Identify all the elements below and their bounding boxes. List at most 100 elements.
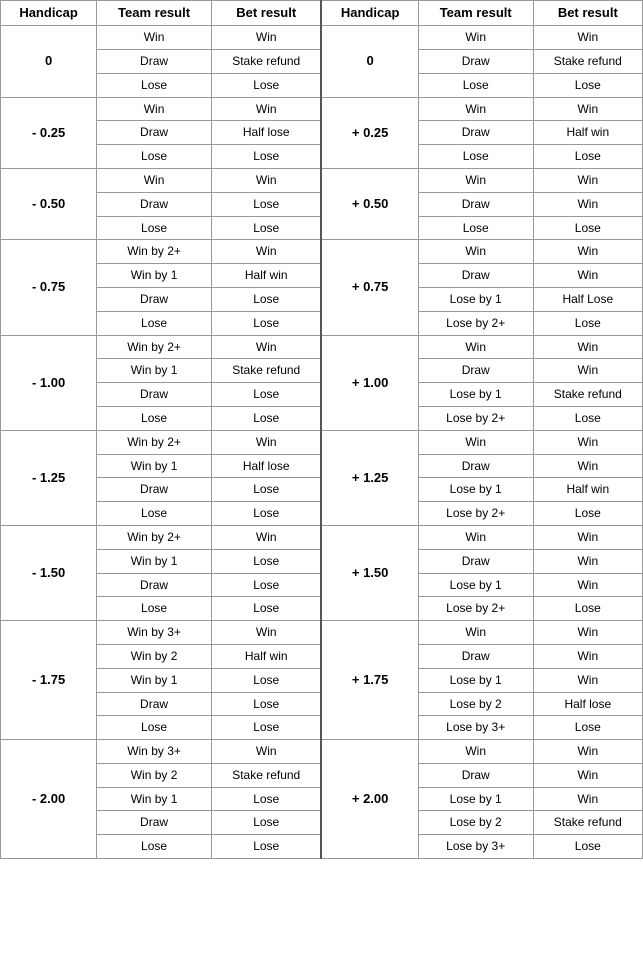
table-row: - 2.00Win by 3+Win+ 2.00WinWin	[1, 740, 643, 764]
col-header-handicap-left: Handicap	[1, 1, 97, 26]
bet-result-left: Lose	[211, 406, 321, 430]
team-result-right: Draw	[418, 121, 533, 145]
team-result-left: Win by 2+	[97, 335, 212, 359]
team-result-right: Lose by 3+	[418, 716, 533, 740]
table-row: 0WinWin0WinWin	[1, 26, 643, 50]
bet-result-right: Win	[533, 549, 642, 573]
team-result-left: Lose	[97, 216, 212, 240]
bet-result-left: Win	[211, 335, 321, 359]
team-result-right: Draw	[418, 549, 533, 573]
team-result-right: Lose by 2+	[418, 406, 533, 430]
bet-result-left: Lose	[211, 692, 321, 716]
handicap-left: - 1.75	[1, 621, 97, 740]
team-result-right: Draw	[418, 454, 533, 478]
team-result-left: Draw	[97, 811, 212, 835]
bet-result-left: Lose	[211, 287, 321, 311]
bet-result-left: Lose	[211, 835, 321, 859]
bet-result-right: Win	[533, 525, 642, 549]
team-result-left: Draw	[97, 287, 212, 311]
handicap-right: + 0.25	[321, 97, 418, 168]
bet-result-right: Lose	[533, 716, 642, 740]
team-result-right: Lose by 2	[418, 692, 533, 716]
bet-result-left: Half lose	[211, 121, 321, 145]
bet-result-right: Lose	[533, 216, 642, 240]
team-result-right: Lose by 1	[418, 787, 533, 811]
team-result-left: Draw	[97, 692, 212, 716]
team-result-right: Lose by 2+	[418, 311, 533, 335]
bet-result-right: Half win	[533, 121, 642, 145]
handicap-left: - 0.50	[1, 168, 97, 239]
table-row: - 1.00Win by 2+Win+ 1.00WinWin	[1, 335, 643, 359]
handicap-right: 0	[321, 26, 418, 97]
bet-result-right: Win	[533, 335, 642, 359]
team-result-right: Draw	[418, 192, 533, 216]
handicap-right: + 1.50	[321, 525, 418, 620]
bet-result-left: Stake refund	[211, 359, 321, 383]
team-result-left: Lose	[97, 835, 212, 859]
team-result-right: Lose by 3+	[418, 835, 533, 859]
handicap-left: - 1.25	[1, 430, 97, 525]
bet-result-left: Win	[211, 525, 321, 549]
bet-result-left: Lose	[211, 573, 321, 597]
bet-result-left: Half win	[211, 264, 321, 288]
handicap-left: - 1.00	[1, 335, 97, 430]
bet-result-left: Win	[211, 621, 321, 645]
handicap-right: + 1.00	[321, 335, 418, 430]
bet-result-left: Half win	[211, 644, 321, 668]
bet-result-right: Win	[533, 168, 642, 192]
bet-result-right: Win	[533, 97, 642, 121]
bet-result-left: Lose	[211, 383, 321, 407]
bet-result-right: Half Lose	[533, 287, 642, 311]
handicap-right: + 2.00	[321, 740, 418, 859]
team-result-left: Win by 2+	[97, 240, 212, 264]
table-row: - 0.50WinWin+ 0.50WinWin	[1, 168, 643, 192]
team-result-left: Win	[97, 97, 212, 121]
bet-result-right: Lose	[533, 73, 642, 97]
team-result-left: Win by 3+	[97, 740, 212, 764]
handicap-left: - 1.50	[1, 525, 97, 620]
bet-result-left: Lose	[211, 502, 321, 526]
team-result-left: Lose	[97, 311, 212, 335]
bet-result-right: Win	[533, 668, 642, 692]
bet-result-left: Stake refund	[211, 49, 321, 73]
team-result-left: Lose	[97, 73, 212, 97]
handicap-table: Handicap Team result Bet result Handicap…	[0, 0, 643, 859]
team-result-right: Win	[418, 430, 533, 454]
bet-result-left: Lose	[211, 811, 321, 835]
table-row: - 1.75Win by 3+Win+ 1.75WinWin	[1, 621, 643, 645]
bet-result-right: Stake refund	[533, 811, 642, 835]
team-result-left: Win by 1	[97, 359, 212, 383]
bet-result-right: Win	[533, 621, 642, 645]
bet-result-right: Lose	[533, 502, 642, 526]
team-result-right: Win	[418, 26, 533, 50]
bet-result-right: Win	[533, 359, 642, 383]
team-result-left: Lose	[97, 716, 212, 740]
bet-result-right: Stake refund	[533, 383, 642, 407]
team-result-left: Win by 1	[97, 454, 212, 478]
table-row: - 1.50Win by 2+Win+ 1.50WinWin	[1, 525, 643, 549]
bet-result-left: Win	[211, 430, 321, 454]
bet-result-left: Lose	[211, 787, 321, 811]
bet-result-left: Lose	[211, 716, 321, 740]
table-row: - 0.75Win by 2+Win+ 0.75WinWin	[1, 240, 643, 264]
table-row: - 0.25WinWin+ 0.25WinWin	[1, 97, 643, 121]
bet-result-left: Lose	[211, 192, 321, 216]
handicap-right: + 0.50	[321, 168, 418, 239]
bet-result-left: Lose	[211, 73, 321, 97]
bet-result-left: Lose	[211, 311, 321, 335]
team-result-left: Lose	[97, 406, 212, 430]
bet-result-right: Win	[533, 787, 642, 811]
team-result-right: Lose	[418, 216, 533, 240]
team-result-right: Lose	[418, 145, 533, 169]
team-result-left: Lose	[97, 502, 212, 526]
team-result-right: Lose by 2+	[418, 597, 533, 621]
bet-result-left: Lose	[211, 216, 321, 240]
team-result-left: Lose	[97, 145, 212, 169]
bet-result-left: Lose	[211, 597, 321, 621]
team-result-right: Lose by 2+	[418, 502, 533, 526]
team-result-left: Draw	[97, 121, 212, 145]
team-result-right: Win	[418, 97, 533, 121]
bet-result-right: Win	[533, 26, 642, 50]
bet-result-left: Lose	[211, 549, 321, 573]
bet-result-right: Win	[533, 573, 642, 597]
